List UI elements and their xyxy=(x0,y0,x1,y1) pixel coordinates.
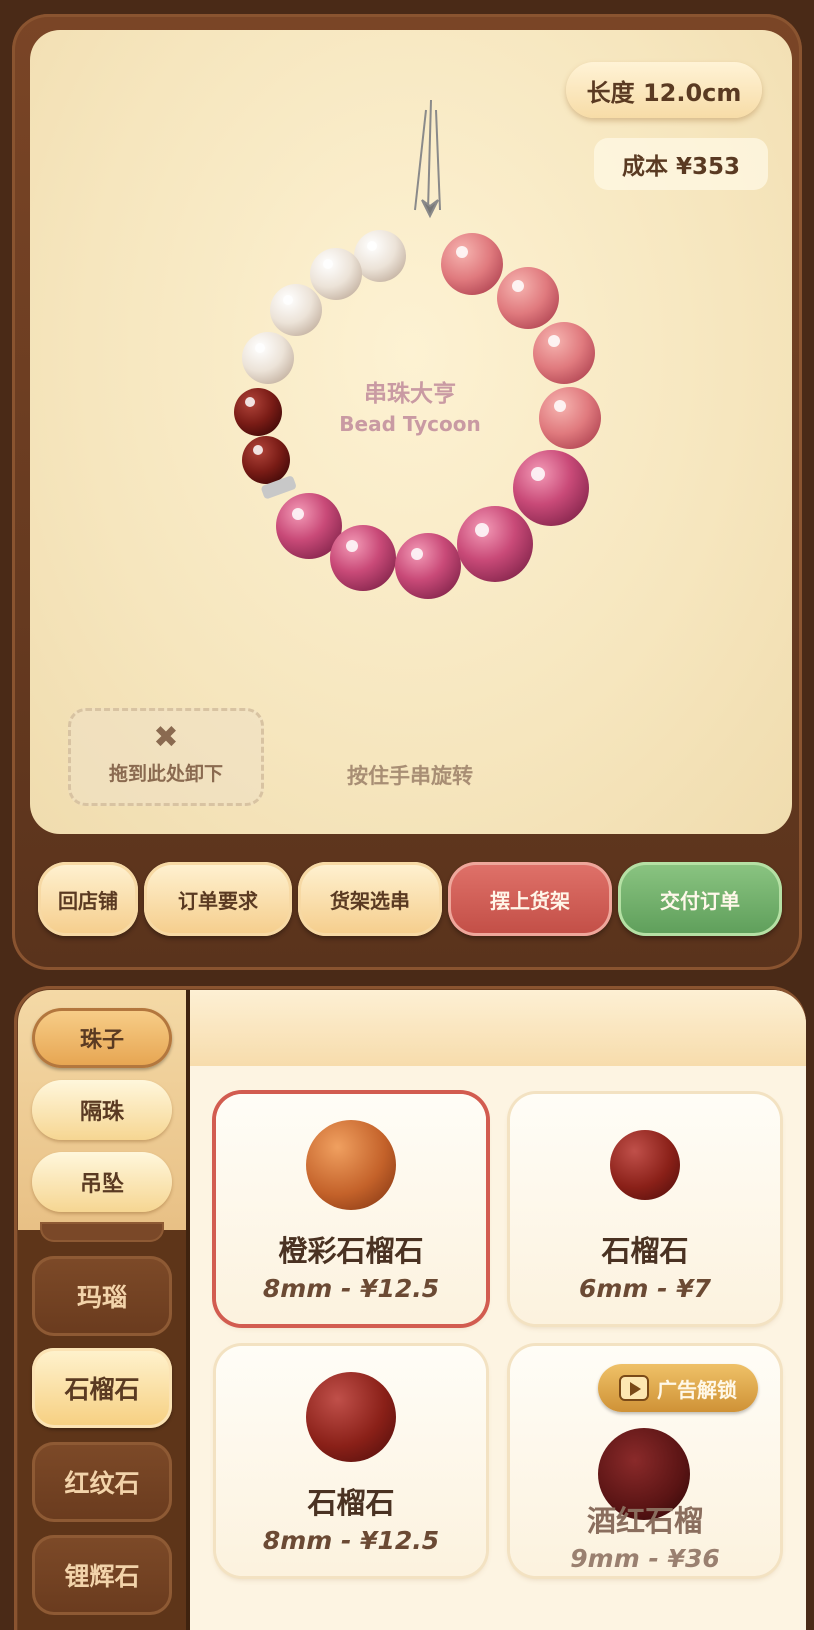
stone-kunzite[interactable]: 锂辉石 xyxy=(32,1535,172,1615)
bead-thumbnail xyxy=(306,1372,396,1462)
bead-thumbnail xyxy=(610,1130,680,1200)
product-price: 9mm - ¥36 xyxy=(570,1544,720,1573)
ad-unlock-label: 广告解锁 xyxy=(657,1377,737,1402)
product-price: 8mm - ¥12.5 xyxy=(262,1274,440,1303)
stone-agate[interactable]: 玛瑙 xyxy=(32,1256,172,1336)
deliver-order-button[interactable]: 交付订单 xyxy=(618,862,782,936)
put-on-shelf-button[interactable]: 摆上货架 xyxy=(448,862,612,936)
stone-list-clipped-item xyxy=(40,1222,164,1242)
stone-garnet[interactable]: 石榴石 xyxy=(32,1348,172,1428)
back-to-shop-button[interactable]: 回店铺 xyxy=(38,862,138,936)
rotate-hint: 按住手串旋转 xyxy=(347,764,473,788)
play-video-icon xyxy=(619,1375,649,1401)
bracelet[interactable] xyxy=(200,90,630,610)
ad-unlock-badge[interactable]: 广告解锁 xyxy=(598,1364,758,1412)
shelf-pick-button[interactable]: 货架选串 xyxy=(298,862,442,936)
product-name: 酒红石榴 xyxy=(586,1504,703,1538)
brand-name-en: Bead Tycoon xyxy=(339,412,481,436)
product-card[interactable]: 广告解锁 酒红石榴 9mm - ¥36 xyxy=(510,1346,780,1576)
product-grid-header xyxy=(190,990,806,1066)
product-card[interactable]: 石榴石 6mm - ¥7 xyxy=(510,1094,780,1324)
order-requirements-button[interactable]: 订单要求 xyxy=(144,862,292,936)
product-price: 6mm - ¥7 xyxy=(578,1274,712,1303)
category-pendants[interactable]: 吊坠 xyxy=(32,1152,172,1212)
category-beads[interactable]: 珠子 xyxy=(32,1008,172,1068)
category-spacers[interactable]: 隔珠 xyxy=(32,1080,172,1140)
stone-rhodochrosite[interactable]: 红纹石 xyxy=(32,1442,172,1522)
remove-drop-zone[interactable]: ✖ 拖到此处卸下 xyxy=(68,708,264,806)
bead-thumbnail xyxy=(306,1120,396,1210)
close-icon: ✖ xyxy=(153,720,179,755)
product-price: 8mm - ¥12.5 xyxy=(262,1526,440,1555)
product-card[interactable]: 橙彩石榴石 8mm - ¥12.5 xyxy=(216,1094,486,1324)
brand-name-cn: 串珠大亨 xyxy=(364,381,456,407)
product-name: 石榴石 xyxy=(601,1234,689,1268)
brand-watermark: 串珠大亨 Bead Tycoon xyxy=(300,374,520,436)
product-name: 橙彩石榴石 xyxy=(278,1234,424,1268)
drop-zone-label: 拖到此处卸下 xyxy=(108,763,223,785)
product-card[interactable]: 石榴石 8mm - ¥12.5 xyxy=(216,1346,486,1576)
tassel xyxy=(414,99,441,219)
product-name: 石榴石 xyxy=(307,1486,395,1520)
